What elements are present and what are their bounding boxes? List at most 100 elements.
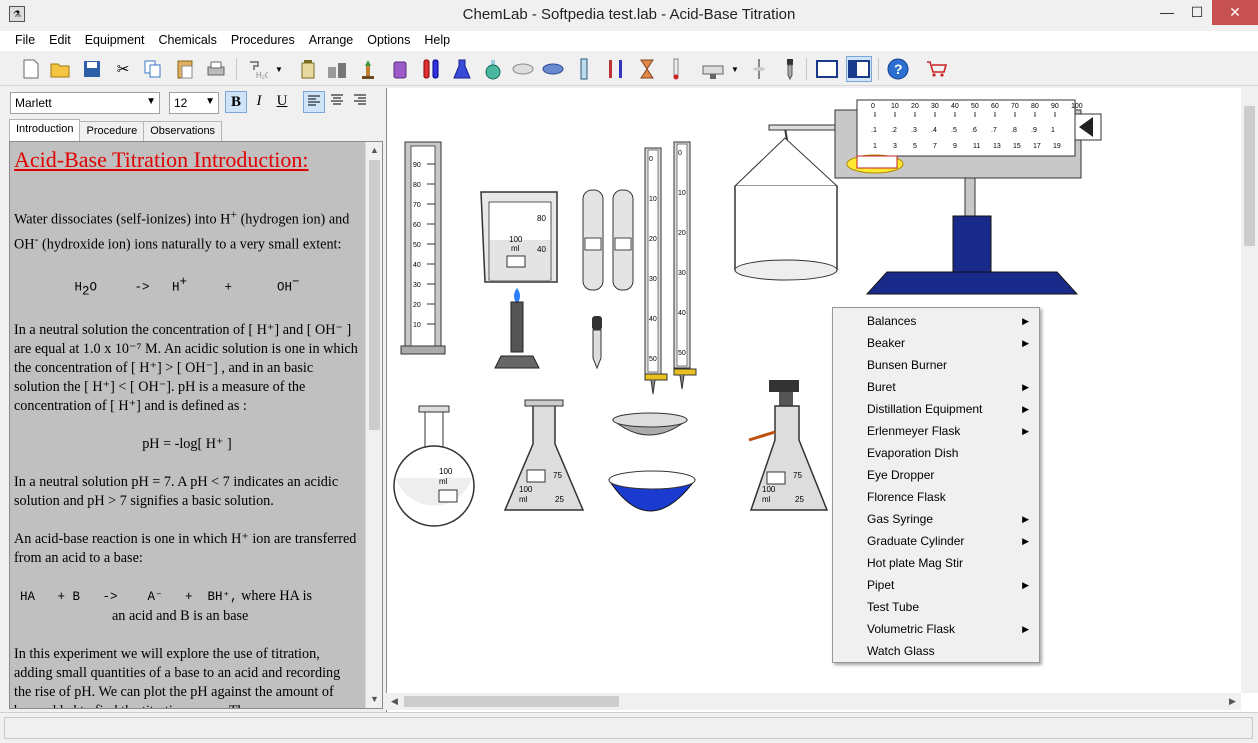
menu-edit[interactable]: Edit bbox=[42, 31, 78, 51]
context-menu-item-label: Florence Flask bbox=[867, 490, 946, 504]
eye-dropper[interactable] bbox=[592, 316, 602, 370]
water-tap-icon[interactable]: H₂O bbox=[244, 56, 270, 82]
open-folder-icon[interactable] bbox=[48, 56, 74, 82]
scroll-down-icon[interactable]: ▼ bbox=[366, 691, 382, 708]
canvas-scroll-thumb[interactable] bbox=[1244, 106, 1255, 246]
evaporation-dish-icon[interactable] bbox=[540, 56, 566, 82]
canvas-vertical-scrollbar[interactable] bbox=[1241, 88, 1258, 693]
close-button[interactable]: ✕ bbox=[1212, 0, 1258, 25]
graduated-cylinder[interactable]: 90 80 70 60 50 40 30 20 10 bbox=[400, 141, 446, 355]
menu-file[interactable]: File bbox=[8, 31, 42, 51]
new-file-icon[interactable] bbox=[18, 56, 44, 82]
tab-procedure[interactable]: Procedure bbox=[79, 121, 145, 141]
italic-button[interactable]: I bbox=[248, 91, 270, 113]
watch-glass[interactable] bbox=[611, 412, 689, 436]
font-size-select[interactable]: 12 ▼ bbox=[169, 92, 219, 114]
scroll-left-icon[interactable]: ◀ bbox=[386, 693, 403, 710]
tab-introduction[interactable]: Introduction bbox=[9, 119, 81, 141]
print-icon[interactable] bbox=[203, 56, 229, 82]
context-menu-item[interactable]: Bunsen Burner bbox=[833, 354, 1039, 376]
flask-purple-icon[interactable] bbox=[387, 56, 413, 82]
cut-icon[interactable]: ✂ bbox=[110, 56, 136, 82]
test-tube-2[interactable] bbox=[612, 189, 634, 291]
context-menu-item[interactable]: Beaker ▶ bbox=[833, 332, 1039, 354]
shopping-cart-icon[interactable] bbox=[924, 56, 950, 82]
doc-scroll-thumb[interactable] bbox=[369, 160, 380, 430]
cylinder-icon[interactable] bbox=[571, 56, 597, 82]
align-center-icon[interactable] bbox=[326, 91, 348, 113]
chemical-shelf-icon[interactable] bbox=[324, 56, 350, 82]
scroll-up-icon[interactable]: ▲ bbox=[366, 142, 382, 159]
document-area[interactable]: Acid-Base Titration Introduction: Water … bbox=[9, 141, 383, 709]
main-toolbar: ✂ H₂O ▼ ▼ ? bbox=[0, 52, 1258, 86]
test-tubes-icon[interactable] bbox=[418, 56, 444, 82]
context-menu-item[interactable]: Evaporation Dish bbox=[833, 442, 1039, 464]
watch-glass-icon[interactable] bbox=[510, 56, 536, 82]
maximize-button[interactable]: ☐ bbox=[1182, 0, 1212, 25]
split-pane-icon[interactable] bbox=[846, 56, 872, 82]
florence-flask-icon[interactable] bbox=[480, 56, 506, 82]
canvas-hscroll-thumb[interactable] bbox=[404, 696, 619, 707]
distillation-icon[interactable] bbox=[603, 56, 629, 82]
eye-dropper-icon[interactable] bbox=[777, 56, 803, 82]
erlenmeyer-flask[interactable]: 75 100 ml 25 bbox=[503, 399, 585, 511]
save-icon[interactable] bbox=[79, 56, 105, 82]
align-left-icon[interactable] bbox=[303, 91, 325, 113]
menu-equipment[interactable]: Equipment bbox=[78, 31, 152, 51]
scroll-right-icon[interactable]: ▶ bbox=[1224, 693, 1241, 710]
context-menu-item[interactable]: Graduate Cylinder ▶ bbox=[833, 530, 1039, 552]
reagent-bottle-icon[interactable] bbox=[295, 56, 321, 82]
context-menu-item[interactable]: Pipet ▶ bbox=[833, 574, 1039, 596]
context-menu-item[interactable]: Watch Glass bbox=[833, 640, 1039, 662]
context-menu-item[interactable]: Eye Dropper bbox=[833, 464, 1039, 486]
chevron-down-icon[interactable]: ▼ bbox=[728, 56, 742, 82]
bunsen-burner[interactable] bbox=[494, 288, 540, 369]
menu-arrange[interactable]: Arrange bbox=[302, 31, 360, 51]
context-menu-item[interactable]: Buret ▶ bbox=[833, 376, 1039, 398]
burner-icon[interactable] bbox=[355, 56, 381, 82]
florence-flask[interactable]: 100 ml bbox=[393, 405, 475, 527]
evaporation-dish[interactable] bbox=[608, 470, 696, 512]
help-icon[interactable]: ? bbox=[885, 56, 911, 82]
doc-scrollbar[interactable]: ▲ ▼ bbox=[365, 142, 382, 708]
buret-2[interactable]: 0 10 20 30 40 50 bbox=[673, 141, 697, 390]
erlenmeyer-icon[interactable] bbox=[449, 56, 475, 82]
hourglass-icon[interactable] bbox=[634, 56, 660, 82]
lab-canvas[interactable]: 908070605040302010 80 100 ml 40 bbox=[386, 88, 1258, 712]
filter-flask[interactable]: 75 100 ml 25 bbox=[748, 380, 829, 511]
balance-icon[interactable] bbox=[700, 56, 726, 82]
minimize-button[interactable]: — bbox=[1152, 0, 1182, 25]
chevron-down-icon[interactable]: ▼ bbox=[272, 56, 286, 82]
buret-1[interactable]: 0 10 20 30 40 50 bbox=[644, 147, 668, 395]
notes-pane: Marlett ▼ 12 ▼ B I U Introduction Procedur… bbox=[7, 88, 384, 712]
underline-button[interactable]: U bbox=[271, 91, 293, 113]
thermometer-icon[interactable] bbox=[663, 56, 689, 82]
context-menu-item[interactable]: Florence Flask bbox=[833, 486, 1039, 508]
font-select[interactable]: Marlett ▼ bbox=[10, 92, 160, 114]
paste-icon[interactable] bbox=[172, 56, 198, 82]
balance-pan[interactable] bbox=[733, 127, 839, 281]
single-pane-icon[interactable] bbox=[814, 56, 840, 82]
context-menu-item[interactable]: Erlenmeyer Flask ▶ bbox=[833, 420, 1039, 442]
menu-procedures[interactable]: Procedures bbox=[224, 31, 302, 51]
balance-mid-label: .7 bbox=[991, 127, 997, 134]
context-menu-item[interactable]: Volumetric Flask ▶ bbox=[833, 618, 1039, 640]
context-menu-item[interactable]: Distillation Equipment ▶ bbox=[833, 398, 1039, 420]
balance-top-label: 80 bbox=[1031, 103, 1039, 110]
bold-button[interactable]: B bbox=[225, 91, 247, 113]
menu-help[interactable]: Help bbox=[417, 31, 457, 51]
test-tube-1[interactable] bbox=[582, 189, 604, 291]
canvas-horizontal-scrollbar[interactable]: ◀ ▶ bbox=[386, 693, 1241, 710]
context-menu-item[interactable]: Test Tube bbox=[833, 596, 1039, 618]
menu-options[interactable]: Options bbox=[360, 31, 417, 51]
tab-observations[interactable]: Observations bbox=[143, 121, 223, 141]
context-menu-item[interactable]: Hot plate Mag Stir bbox=[833, 552, 1039, 574]
context-menu-item[interactable]: Balances ▶ bbox=[833, 310, 1039, 332]
balance-mid-label: .1 bbox=[871, 127, 877, 134]
beaker[interactable]: 80 100 ml 40 bbox=[480, 191, 558, 283]
context-menu-item[interactable]: Gas Syringe ▶ bbox=[833, 508, 1039, 530]
copy-icon[interactable] bbox=[140, 56, 166, 82]
menu-chemicals[interactable]: Chemicals bbox=[151, 31, 223, 51]
pipet-icon[interactable] bbox=[746, 56, 772, 82]
align-right-icon[interactable] bbox=[349, 91, 371, 113]
